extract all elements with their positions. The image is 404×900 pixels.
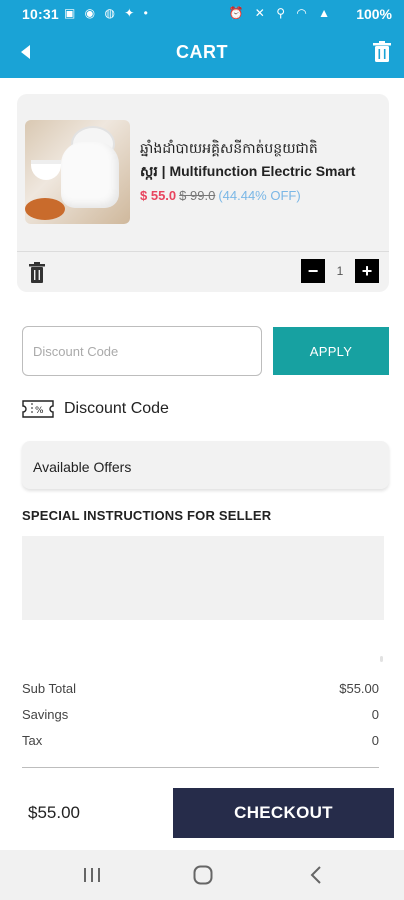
quantity-value: 1 <box>336 264 344 278</box>
system-nav-bar <box>0 850 404 900</box>
summary-label: Tax <box>22 733 43 748</box>
order-summary: Sub Total $55.00 Savings 0 Tax 0 <box>22 681 379 768</box>
product-image-bowl <box>31 160 61 180</box>
coupon-icon: % <box>22 400 54 418</box>
discount-code-input[interactable] <box>22 326 262 376</box>
back-nav-icon[interactable] <box>305 864 329 886</box>
delete-item-icon[interactable] <box>28 262 46 284</box>
product-image-plate <box>25 198 65 220</box>
checkout-button[interactable]: CHECKOUT <box>173 788 394 838</box>
cart-total: $55.00 <box>28 803 80 822</box>
app-bar: CART <box>0 28 404 78</box>
apply-button[interactable]: APPLY <box>273 327 389 375</box>
notification-icons: ▣ ◉ ◍ ✦ • <box>64 6 151 20</box>
product-name-khmer: ឆ្នាំងដាំបាយអគ្គិសនីកាត់បន្ថយជាតិ <box>140 141 318 157</box>
quantity-stepper: − 1 + <box>301 258 379 284</box>
discount-code-link[interactable]: % Discount Code <box>22 398 169 420</box>
summary-divider <box>22 767 379 768</box>
summary-label: Savings <box>22 707 69 722</box>
home-icon[interactable] <box>191 864 215 886</box>
sale-price: $ 55.0 <box>140 188 177 203</box>
available-offers-button[interactable]: Available Offers <box>22 441 389 489</box>
special-instructions-field[interactable] <box>22 536 384 620</box>
decrease-quantity-button[interactable]: − <box>301 259 325 283</box>
trash-icon[interactable] <box>370 40 394 64</box>
summary-row: Tax 0 <box>22 733 379 759</box>
summary-value: 0 <box>371 707 379 722</box>
product-name[interactable]: ឆ្នាំងដាំបាយអគ្គិសនីកាត់បន្ថយជាតិ ស្ករ |… <box>140 138 380 182</box>
status-time: 10:31 <box>22 6 59 22</box>
summary-label: Sub Total <box>22 681 76 696</box>
system-icons: ⏰ ✕ ⚲ ◠ ▲ <box>228 6 334 20</box>
summary-row: Savings 0 <box>22 707 379 733</box>
cart-item-card: ឆ្នាំងដាំបាយអគ្គិសនីកាត់បន្ថយជាតិ ស្ករ |… <box>17 94 389 292</box>
product-name-english: ស្ករ | Multifunction Electric Smart <box>140 163 356 179</box>
original-price: $ 99.0 <box>179 188 216 203</box>
discount-percent: (44.44% OFF) <box>218 188 301 203</box>
scroll-indicator <box>380 656 383 662</box>
battery-level: 100% <box>356 6 392 22</box>
recent-apps-icon[interactable] <box>80 864 104 886</box>
summary-row: Sub Total $55.00 <box>22 681 379 707</box>
discount-code-label: Discount Code <box>64 400 169 417</box>
card-divider <box>17 251 389 252</box>
page-title: CART <box>176 42 228 62</box>
status-bar: 10:31 ▣ ◉ ◍ ✦ • ⏰ ✕ ⚲ ◠ ▲ 100% <box>0 0 404 28</box>
product-image-cooker <box>61 142 119 208</box>
special-instructions-label: SPECIAL INSTRUCTIONS FOR SELLER <box>22 508 272 523</box>
svg-text:%: % <box>35 406 44 416</box>
top-bar: 10:31 ▣ ◉ ◍ ✦ • ⏰ ✕ ⚲ ◠ ▲ 100% CART <box>0 0 404 78</box>
summary-value: $55.00 <box>339 681 379 696</box>
product-image[interactable] <box>25 120 130 224</box>
increase-quantity-button[interactable]: + <box>355 259 379 283</box>
summary-value: 0 <box>371 733 379 748</box>
product-prices: $ 55.0 $ 99.0 (44.44% OFF) <box>140 188 301 203</box>
